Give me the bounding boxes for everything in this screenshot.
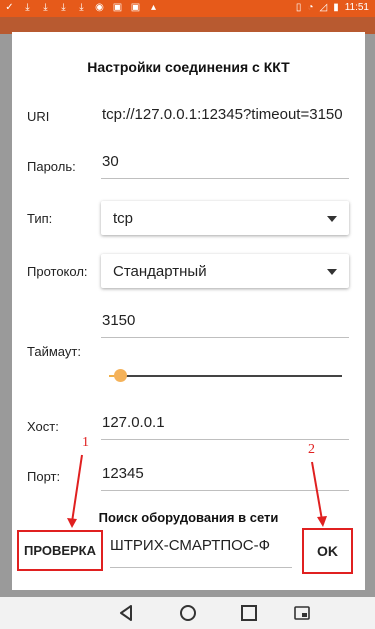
android-icon: ▴ [150,2,157,13]
bottom-scrim [0,590,375,597]
notification-icons: ✓ ⤓ ⤓ ⤓ ⤓ ◉ ▣ ▣ ▴ [4,2,159,13]
battery-icon: ▮ [333,2,339,13]
download-icon: ⤓ [61,2,66,13]
download-icon: ⤓ [25,2,30,13]
app-icon: ▣ [112,2,123,13]
recents-icon[interactable] [240,604,258,622]
connection-settings-dialog: Настройки соединения с ККТ URI tcp://127… [12,32,365,590]
annotation-arrow-2 [311,461,323,521]
home-icon[interactable] [179,604,197,622]
status-time: 11:51 [344,2,369,13]
annotation-arrowhead-2 [317,516,327,527]
eye-icon: ◉ [95,2,104,13]
no-sim-icon: ◿ [319,2,328,13]
wifi-icon: ◔ [307,2,314,13]
navigation-bar [0,597,375,629]
annotation-arrowhead-1 [67,518,77,528]
status-bar: ✓ ⤓ ⤓ ⤓ ⤓ ◉ ▣ ▣ ▴ ▯ ◔ ◿ ▮ 11:51 [0,0,375,17]
annotation-arrow-1 [71,454,83,523]
system-icons: ▯ ◔ ◿ ▮ 11:51 [296,2,369,13]
download-icon: ⤓ [79,2,84,13]
app-icon: ▣ [130,2,141,13]
check-icon: ✓ [5,2,14,13]
download-icon: ⤓ [43,2,48,13]
annotation-arrows [67,454,327,528]
vibrate-icon: ▯ [295,2,302,13]
screenshot-icon[interactable] [293,604,311,622]
back-icon[interactable] [118,604,136,622]
